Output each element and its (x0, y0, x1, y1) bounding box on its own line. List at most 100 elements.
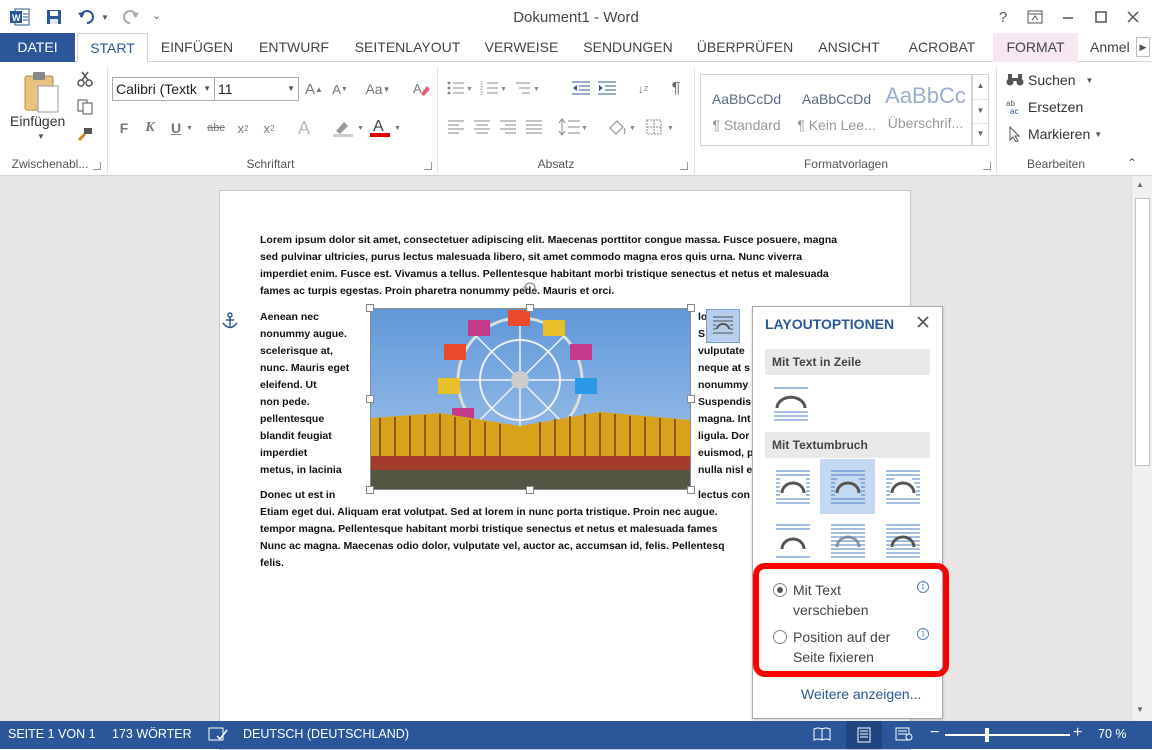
superscript-icon[interactable]: x2 (259, 117, 279, 139)
align-center-icon[interactable] (473, 120, 491, 134)
wrap-in-front-icon[interactable] (875, 513, 930, 568)
zoom-slider-thumb[interactable] (985, 728, 989, 742)
maximize-icon[interactable] (1088, 6, 1114, 28)
wrap-top-bottom-icon[interactable] (765, 513, 820, 568)
rotate-handle-icon[interactable] (522, 280, 538, 296)
paragraph-launcher-icon[interactable] (680, 162, 688, 170)
print-layout-icon[interactable] (846, 721, 882, 749)
font-size-select[interactable]: 11 ▼ (214, 77, 299, 101)
multilevel-list-icon[interactable]: ▼ (514, 80, 540, 96)
show-formatting-marks-icon[interactable]: ¶ (665, 78, 687, 100)
highlight-dropdown-icon[interactable]: ▼ (357, 125, 364, 132)
resize-handle[interactable] (687, 395, 695, 403)
grow-font-icon[interactable]: A ▲ (304, 78, 324, 100)
italic-button[interactable]: K (142, 117, 158, 139)
proofing-icon[interactable] (208, 726, 228, 742)
select-button[interactable]: Markieren ▼ (1006, 122, 1102, 146)
style-standard[interactable]: AaBbCcDd ¶ Standard (703, 75, 790, 145)
font-color-icon[interactable]: A (368, 114, 392, 140)
resize-handle[interactable] (687, 486, 695, 494)
zoom-in-button[interactable]: + (1073, 724, 1082, 742)
align-right-icon[interactable] (499, 120, 517, 134)
justify-icon[interactable] (525, 120, 543, 134)
help-button[interactable]: ? (990, 6, 1016, 28)
style-no-spacing[interactable]: AaBbCcDd ¶ Kein Lee... (793, 75, 880, 145)
paste-dropdown-icon[interactable]: ▼ (37, 132, 45, 141)
bold-button[interactable]: F (116, 117, 132, 139)
scroll-up-icon[interactable]: ▲ (1136, 180, 1144, 189)
tab-scroll-right-icon[interactable]: ▶ (1136, 37, 1150, 57)
shrink-font-icon[interactable]: A ▼ (330, 78, 350, 100)
line-spacing-icon[interactable]: ▼ (558, 118, 588, 136)
wrap-behind-text-icon[interactable] (820, 513, 875, 568)
word-count[interactable]: 173 WÖRTER (112, 727, 192, 741)
resize-handle[interactable] (366, 395, 374, 403)
fix-position-label[interactable]: Position auf der Seite fixieren (793, 627, 890, 667)
move-with-text-radio[interactable] (773, 583, 787, 597)
tab-datei[interactable]: DATEI (0, 33, 75, 62)
copy-icon[interactable] (74, 96, 96, 118)
tab-ansicht[interactable]: ANSICHT (809, 33, 889, 62)
fix-position-radio[interactable] (773, 630, 787, 644)
tab-verweise[interactable]: VERWEISE (478, 33, 565, 62)
sort-icon[interactable]: ↓ Z (632, 78, 654, 100)
paste-icon[interactable] (22, 70, 60, 114)
resize-handle[interactable] (366, 304, 374, 312)
account-signin[interactable]: Anmel (1090, 33, 1136, 62)
decrease-indent-icon[interactable] (571, 80, 591, 96)
close-window-icon[interactable] (1120, 6, 1146, 28)
tab-einfuegen[interactable]: EINFÜGEN (154, 33, 240, 62)
shading-icon[interactable]: ▼ (607, 118, 637, 136)
web-layout-icon[interactable] (895, 726, 913, 742)
cut-icon[interactable] (74, 68, 96, 90)
close-icon[interactable] (916, 315, 930, 329)
clear-formatting-icon[interactable]: A (410, 78, 432, 100)
wrap-square-icon[interactable] (765, 459, 820, 514)
styles-scroll-up-icon[interactable]: ▲ (973, 75, 988, 99)
tab-sendungen[interactable]: SENDUNGEN (575, 33, 681, 62)
paste-button[interactable]: Einfügen (10, 113, 65, 129)
tab-acrobat[interactable]: ACROBAT (898, 33, 986, 62)
format-painter-icon[interactable] (74, 123, 96, 145)
subscript-icon[interactable]: x2 (233, 117, 253, 139)
numbering-icon[interactable]: 1 2 3 ▼ (480, 80, 506, 96)
resize-handle[interactable] (526, 486, 534, 494)
zoom-slider[interactable] (945, 734, 1070, 736)
font-launcher-icon[interactable] (424, 162, 432, 170)
inline-with-text-icon[interactable] (763, 376, 818, 431)
info-icon[interactable]: i (917, 628, 929, 640)
layout-options-button[interactable] (706, 309, 740, 343)
wrap-through-icon[interactable] (875, 459, 930, 514)
language-indicator[interactable]: DEUTSCH (DEUTSCHLAND) (243, 727, 409, 741)
clipboard-launcher-icon[interactable] (93, 162, 101, 170)
ribbon-display-options-icon[interactable] (1022, 6, 1048, 28)
wrap-tight-icon[interactable] (820, 459, 875, 514)
increase-indent-icon[interactable] (597, 80, 617, 96)
page-count[interactable]: SEITE 1 VON 1 (8, 727, 96, 741)
move-with-text-label[interactable]: Mit Text verschieben (793, 580, 869, 620)
text-effects-icon[interactable]: A (292, 117, 316, 139)
vertical-scrollbar[interactable]: ▲ ▼ (1131, 176, 1152, 721)
info-icon[interactable]: i (917, 581, 929, 593)
highlight-color-icon[interactable] (330, 117, 356, 139)
scroll-down-icon[interactable]: ▼ (1136, 705, 1144, 714)
zoom-level[interactable]: 70 % (1098, 727, 1127, 741)
font-color-dropdown-icon[interactable]: ▼ (394, 125, 401, 132)
find-button[interactable]: Suchen ▼ (1006, 68, 1093, 92)
font-family-select[interactable]: Calibri (Textk ▼ (112, 77, 215, 101)
read-mode-icon[interactable] (813, 726, 831, 742)
tab-format[interactable]: FORMAT (993, 33, 1078, 62)
resize-handle[interactable] (366, 486, 374, 494)
zoom-out-button[interactable]: − (930, 724, 939, 742)
replace-button[interactable]: ab ac Ersetzen (1006, 95, 1083, 119)
tab-ueberpruefen[interactable]: ÜBERPRÜFEN (692, 33, 798, 62)
bullets-icon[interactable]: ▼ (446, 80, 472, 96)
change-case-icon[interactable]: Aa ▼ (362, 78, 394, 100)
tab-seitenlayout[interactable]: SEITENLAYOUT (347, 33, 468, 62)
anchor-icon[interactable] (221, 312, 239, 330)
more-options-link[interactable]: Weitere anzeigen... (801, 686, 921, 702)
tab-entwurf[interactable]: ENTWURF (252, 33, 336, 62)
style-heading[interactable]: AaBbCc Überschrif... (883, 75, 968, 145)
minimize-icon[interactable] (1055, 6, 1081, 28)
resize-handle[interactable] (687, 304, 695, 312)
